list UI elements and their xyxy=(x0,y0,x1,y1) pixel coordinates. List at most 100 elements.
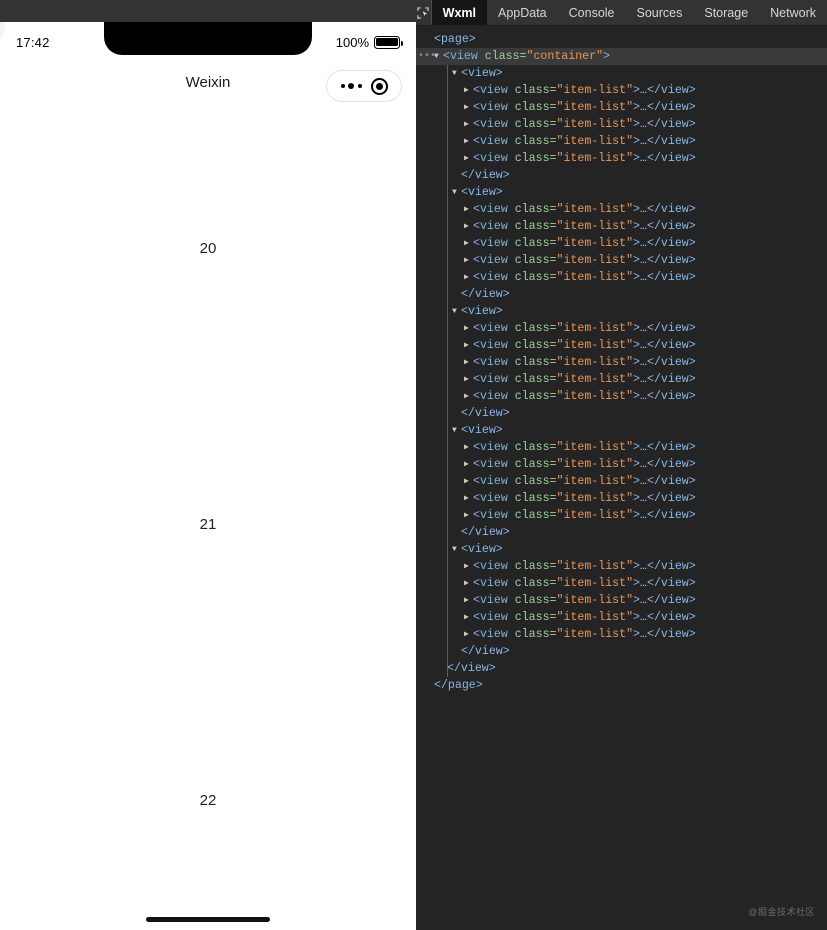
list-item[interactable]: 21 xyxy=(0,386,416,662)
tree-node-item-list[interactable]: ▶ <view class="item-list">…</view> xyxy=(416,439,827,456)
tree-node-view-open[interactable]: ▼ <view> xyxy=(416,303,827,320)
chevron-right-icon[interactable]: ▶ xyxy=(464,473,473,490)
tab-storage[interactable]: Storage xyxy=(693,0,759,25)
chevron-right-icon[interactable]: ▶ xyxy=(464,320,473,337)
tree-tag-end: </view> xyxy=(646,611,696,624)
tree-node-item-list[interactable]: ▶ <view class="item-list">…</view> xyxy=(416,218,827,235)
chevron-right-icon[interactable]: ▶ xyxy=(464,388,473,405)
tree-node-view-open[interactable]: ▼ <view> xyxy=(416,541,827,558)
chevron-right-icon[interactable]: ▶ xyxy=(464,626,473,643)
chevron-down-icon[interactable]: ▼ xyxy=(452,422,461,439)
tree-node-item-list[interactable]: ▶ <view class="item-list">…</view> xyxy=(416,592,827,609)
target-circle-icon[interactable] xyxy=(370,77,388,95)
tree-node-item-list[interactable]: ▶ <view class="item-list">…</view> xyxy=(416,456,827,473)
chevron-right-icon[interactable]: ▶ xyxy=(464,575,473,592)
chevron-right-icon[interactable]: ▶ xyxy=(464,371,473,388)
chevron-down-icon[interactable]: ▼ xyxy=(452,303,461,320)
tree-attr-value: "item-list" xyxy=(556,84,634,97)
tree-node-page-open[interactable]: <page> xyxy=(416,31,827,48)
home-indicator xyxy=(146,917,270,922)
inspect-element-icon[interactable] xyxy=(416,0,432,25)
chevron-right-icon[interactable]: ▶ xyxy=(464,201,473,218)
tree-node-view-open[interactable]: ▼ <view> xyxy=(416,184,827,201)
tree-tag-open: < xyxy=(473,577,480,590)
tree-node-item-list[interactable]: ▶ <view class="item-list">…</view> xyxy=(416,337,827,354)
tree-node-view-close[interactable]: </view> xyxy=(416,167,827,184)
tree-node-item-list[interactable]: ▶ <view class="item-list">…</view> xyxy=(416,354,827,371)
tree-node-item-list[interactable]: ▶ <view class="item-list">…</view> xyxy=(416,507,827,524)
wxml-tree[interactable]: <page> ••• ▼ <view class="container"> ▼ <v… xyxy=(416,26,827,694)
list-item[interactable]: 20 xyxy=(0,110,416,386)
chevron-right-icon[interactable]: ▶ xyxy=(464,218,473,235)
chevron-right-icon[interactable]: ▶ xyxy=(464,269,473,286)
tab-appdata[interactable]: AppData xyxy=(487,0,558,25)
tree-node-page-close[interactable]: </page> xyxy=(416,677,827,694)
tree-node-container[interactable]: ••• ▼ <view class="container"> xyxy=(416,48,827,65)
page-content-list[interactable]: 20 21 22 xyxy=(0,110,416,930)
tree-node-container-close[interactable]: </view> xyxy=(416,660,827,677)
chevron-right-icon[interactable]: ▶ xyxy=(464,558,473,575)
tree-attr-value: "item-list" xyxy=(556,254,634,267)
tree-node-item-list[interactable]: ▶ <view class="item-list">…</view> xyxy=(416,116,827,133)
more-dots-icon[interactable] xyxy=(340,83,362,89)
tree-node-item-list[interactable]: ▶ <view class="item-list">…</view> xyxy=(416,609,827,626)
chevron-right-icon[interactable]: ▶ xyxy=(464,507,473,524)
tree-node-item-list[interactable]: ▶ <view class="item-list">…</view> xyxy=(416,320,827,337)
chevron-right-icon[interactable]: ▶ xyxy=(464,82,473,99)
tree-node-view-close[interactable]: </view> xyxy=(416,524,827,541)
chevron-right-icon[interactable]: ▶ xyxy=(464,456,473,473)
chevron-right-icon[interactable]: ▶ xyxy=(464,99,473,116)
tree-node-label: <view> xyxy=(461,67,503,80)
tree-attr-value: "item-list" xyxy=(556,628,634,641)
tab-sources[interactable]: Sources xyxy=(626,0,694,25)
tree-attr-name: class= xyxy=(507,560,557,573)
chevron-right-icon[interactable]: ▶ xyxy=(464,252,473,269)
tree-tag-open: < xyxy=(473,101,480,114)
tree-node-item-list[interactable]: ▶ <view class="item-list">…</view> xyxy=(416,388,827,405)
weixin-capsule-button[interactable] xyxy=(326,70,402,102)
tree-node-item-list[interactable]: ▶ <view class="item-list">…</view> xyxy=(416,252,827,269)
tree-collapsed-ellipsis: … xyxy=(640,390,647,403)
chevron-right-icon[interactable]: ▶ xyxy=(464,133,473,150)
chevron-right-icon[interactable]: ▶ xyxy=(464,235,473,252)
tree-node-view-close[interactable]: </view> xyxy=(416,643,827,660)
list-item-label: 20 xyxy=(199,239,217,257)
tab-network[interactable]: Network xyxy=(759,0,827,25)
tree-node-item-list[interactable]: ▶ <view class="item-list">…</view> xyxy=(416,82,827,99)
tree-node-view-open[interactable]: ▼ <view> xyxy=(416,65,827,82)
tree-node-view-close[interactable]: </view> xyxy=(416,286,827,303)
tree-node-item-list[interactable]: ▶ <view class="item-list">…</view> xyxy=(416,558,827,575)
tree-node-item-list[interactable]: ▶ <view class="item-list">…</view> xyxy=(416,201,827,218)
chevron-right-icon[interactable]: ▶ xyxy=(464,592,473,609)
tree-node-view-close[interactable]: </view> xyxy=(416,405,827,422)
tree-node-view-open[interactable]: ▼ <view> xyxy=(416,422,827,439)
chevron-down-icon[interactable]: ▼ xyxy=(452,184,461,201)
tree-node-item-list[interactable]: ▶ <view class="item-list">…</view> xyxy=(416,626,827,643)
tree-node-item-list[interactable]: ▶ <view class="item-list">…</view> xyxy=(416,235,827,252)
tree-node-item-list[interactable]: ▶ <view class="item-list">…</view> xyxy=(416,99,827,116)
tree-node-item-list[interactable]: ▶ <view class="item-list">…</view> xyxy=(416,371,827,388)
chevron-down-icon[interactable]: ▼ xyxy=(452,541,461,558)
tab-wxml[interactable]: Wxml xyxy=(431,0,487,25)
tree-node-item-list[interactable]: ▶ <view class="item-list">…</view> xyxy=(416,490,827,507)
tree-node-item-list[interactable]: ▶ <view class="item-list">…</view> xyxy=(416,150,827,167)
tree-tag-name: view xyxy=(479,118,508,131)
tree-node-menu-icon[interactable]: ••• xyxy=(418,48,436,65)
tree-node-item-list[interactable]: ▶ <view class="item-list">…</view> xyxy=(416,269,827,286)
list-item[interactable]: 22 xyxy=(0,662,416,930)
tree-node-item-list[interactable]: ▶ <view class="item-list">…</view> xyxy=(416,473,827,490)
tree-attr-value: "item-list" xyxy=(556,492,634,505)
chevron-right-icon[interactable]: ▶ xyxy=(464,490,473,507)
chevron-right-icon[interactable]: ▶ xyxy=(464,337,473,354)
chevron-down-icon[interactable]: ▼ xyxy=(452,65,461,82)
tree-collapsed-ellipsis: … xyxy=(640,152,647,165)
chevron-right-icon[interactable]: ▶ xyxy=(464,609,473,626)
tree-node-item-list[interactable]: ▶ <view class="item-list">…</view> xyxy=(416,133,827,150)
chevron-right-icon[interactable]: ▶ xyxy=(464,150,473,167)
chevron-right-icon[interactable]: ▶ xyxy=(464,354,473,371)
tab-console[interactable]: Console xyxy=(558,0,626,25)
battery-fill xyxy=(376,37,398,47)
chevron-right-icon[interactable]: ▶ xyxy=(464,116,473,133)
tree-node-item-list[interactable]: ▶ <view class="item-list">…</view> xyxy=(416,575,827,592)
chevron-right-icon[interactable]: ▶ xyxy=(464,439,473,456)
